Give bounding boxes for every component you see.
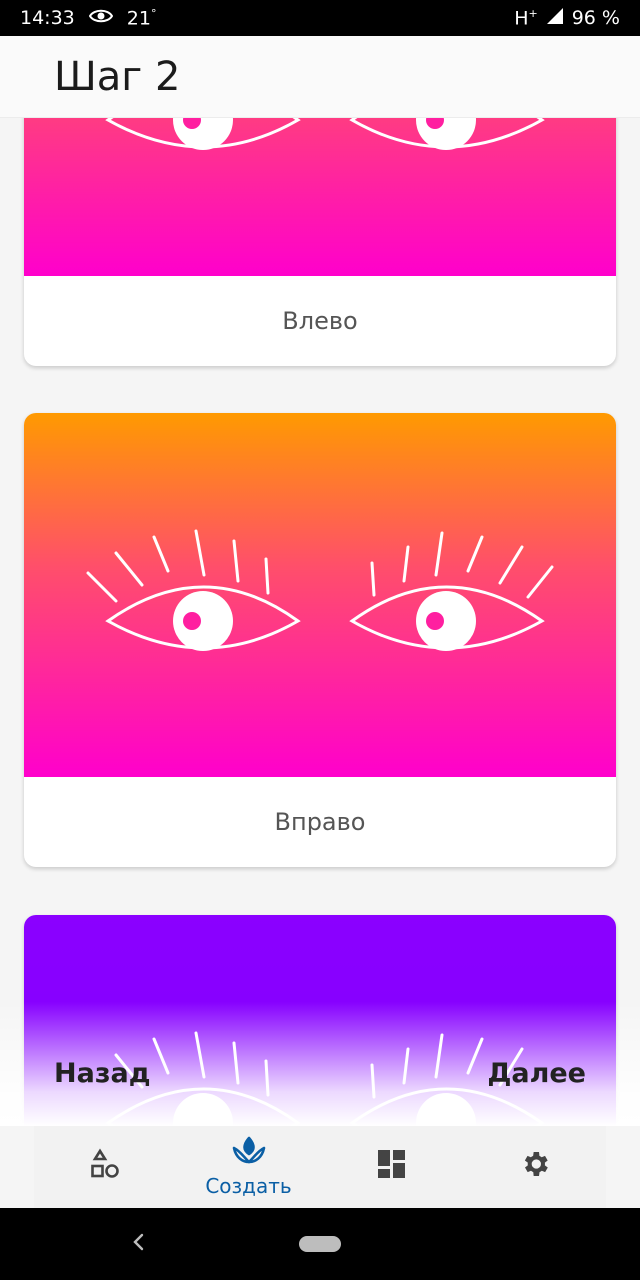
card-label: Вправо xyxy=(274,808,366,836)
network-type: H+ xyxy=(514,6,538,30)
home-pill[interactable] xyxy=(299,1236,341,1252)
eye-icon xyxy=(88,7,113,29)
shapes-icon xyxy=(90,1148,122,1186)
eyes-right-illustration xyxy=(86,529,554,651)
eyes-image xyxy=(24,118,616,276)
nav-item-label: Создать xyxy=(205,1174,292,1198)
next-button[interactable]: Далее xyxy=(487,1058,586,1089)
clock: 14:33 xyxy=(20,6,75,29)
app-bar: Шаг 2 xyxy=(0,36,640,118)
nav-item-shapes[interactable] xyxy=(34,1126,177,1208)
battery-level: 96 % xyxy=(571,7,620,29)
eyes-left-illustration xyxy=(105,118,545,150)
eyes-image xyxy=(24,413,616,777)
sprout-icon xyxy=(232,1136,266,1172)
dashboard-icon xyxy=(377,1149,407,1185)
option-card-left[interactable]: Влево xyxy=(24,118,616,366)
nav-item-create[interactable]: Создать xyxy=(177,1126,320,1208)
back-button[interactable]: Назад xyxy=(54,1058,151,1089)
card-label: Влево xyxy=(282,307,358,335)
page-title: Шаг 2 xyxy=(54,53,181,100)
signal-icon xyxy=(546,7,564,30)
temperature: 21° xyxy=(126,6,157,30)
bottom-navigation: Создать xyxy=(34,1126,606,1208)
fade-overlay xyxy=(0,900,640,1126)
system-nav-bar xyxy=(0,1208,640,1280)
system-back-icon[interactable] xyxy=(130,1232,146,1257)
option-card-right[interactable]: Вправо xyxy=(24,413,616,867)
nav-item-settings[interactable] xyxy=(463,1126,606,1208)
nav-item-dashboard[interactable] xyxy=(320,1126,463,1208)
status-bar: 14:33 21° H+ 96 % xyxy=(0,0,640,36)
gear-icon xyxy=(519,1148,551,1186)
